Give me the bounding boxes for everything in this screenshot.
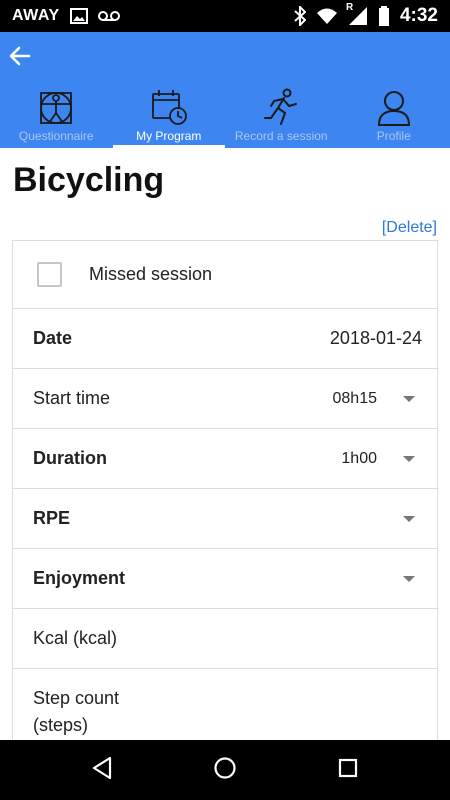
arrow-back-icon <box>9 45 31 72</box>
session-form: Missed session Date 2018-01-24 Start tim… <box>12 240 438 740</box>
step-count-label-line1: Step count <box>33 688 120 708</box>
start-time-label: Start time <box>33 388 111 408</box>
tab-profile[interactable]: Profile <box>338 84 450 148</box>
tab-label: My Program <box>136 129 202 143</box>
home-circle-icon <box>213 756 237 785</box>
vitruvian-man-icon <box>38 86 74 126</box>
date-value[interactable]: 2018-01-24 <box>330 328 422 349</box>
start-time-select[interactable]: 08h15 <box>333 390 378 408</box>
battery-icon <box>378 6 390 26</box>
date-row[interactable]: Date 2018-01-24 <box>13 309 437 369</box>
kcal-row[interactable]: Kcal (kcal) <box>13 609 437 669</box>
step-count-label-line2: (steps) <box>33 715 89 735</box>
duration-label: Duration <box>33 448 107 468</box>
tab-label: Record a session <box>234 129 328 143</box>
system-nav-bar <box>0 740 450 800</box>
duration-select[interactable]: 1h00 <box>341 450 377 468</box>
status-right: R 4:32 <box>294 2 438 27</box>
calendar-clock-icon <box>150 86 188 126</box>
delete-link[interactable]: [Delete] <box>382 219 437 237</box>
bluetooth-icon <box>294 6 306 26</box>
dropdown-arrow-icon[interactable] <box>403 576 415 582</box>
carrier-label: AWAY <box>12 7 60 24</box>
nav-back-button[interactable] <box>82 750 122 790</box>
person-icon <box>377 86 411 126</box>
dropdown-arrow-icon[interactable] <box>403 516 415 522</box>
recents-square-icon <box>337 757 359 784</box>
app-header: Questionnaire My Program Record a sessio… <box>0 32 450 148</box>
nav-home-button[interactable] <box>205 750 245 790</box>
dropdown-arrow-icon[interactable] <box>403 396 415 402</box>
kcal-label: Kcal (kcal) <box>33 628 118 648</box>
duration-row[interactable]: Duration 1h00 <box>13 429 437 489</box>
tab-my-program[interactable]: My Program <box>112 84 226 148</box>
rpe-row[interactable]: RPE <box>13 489 437 549</box>
page-title: Bicycling <box>13 161 165 199</box>
status-bar: AWAY R 4:32 <box>0 0 450 32</box>
step-count-row[interactable]: Step count (steps) <box>13 669 437 740</box>
signal-icon: R <box>346 2 368 26</box>
running-man-icon <box>263 86 299 126</box>
status-left: AWAY <box>12 7 120 25</box>
back-triangle-icon <box>91 756 113 785</box>
missed-session-checkbox[interactable] <box>37 262 62 287</box>
nav-recents-button[interactable] <box>328 750 368 790</box>
voicemail-icon <box>97 10 120 22</box>
main-content: Bicycling [Delete] Missed session Date 2… <box>0 148 450 740</box>
start-time-row[interactable]: Start time 08h15 <box>13 369 437 429</box>
roaming-indicator: R <box>345 2 354 13</box>
status-time: 4:32 <box>399 5 438 26</box>
date-label: Date <box>33 328 73 348</box>
tab-label: Profile <box>376 129 411 143</box>
image-icon <box>69 8 88 24</box>
step-count-label: Step count (steps) <box>33 685 119 739</box>
rpe-label: RPE <box>33 508 71 528</box>
back-button[interactable] <box>6 44 34 72</box>
enjoyment-row[interactable]: Enjoyment <box>13 549 437 609</box>
wifi-icon <box>316 7 338 25</box>
tab-bar: Questionnaire My Program Record a sessio… <box>0 84 450 148</box>
missed-session-label: Missed session <box>89 264 213 284</box>
tab-record-session[interactable]: Record a session <box>225 84 338 148</box>
missed-session-row[interactable]: Missed session <box>13 241 437 309</box>
enjoyment-label: Enjoyment <box>33 568 126 588</box>
tab-label: Questionnaire <box>18 129 94 143</box>
dropdown-arrow-icon[interactable] <box>403 456 415 462</box>
tab-questionnaire[interactable]: Questionnaire <box>0 84 113 148</box>
